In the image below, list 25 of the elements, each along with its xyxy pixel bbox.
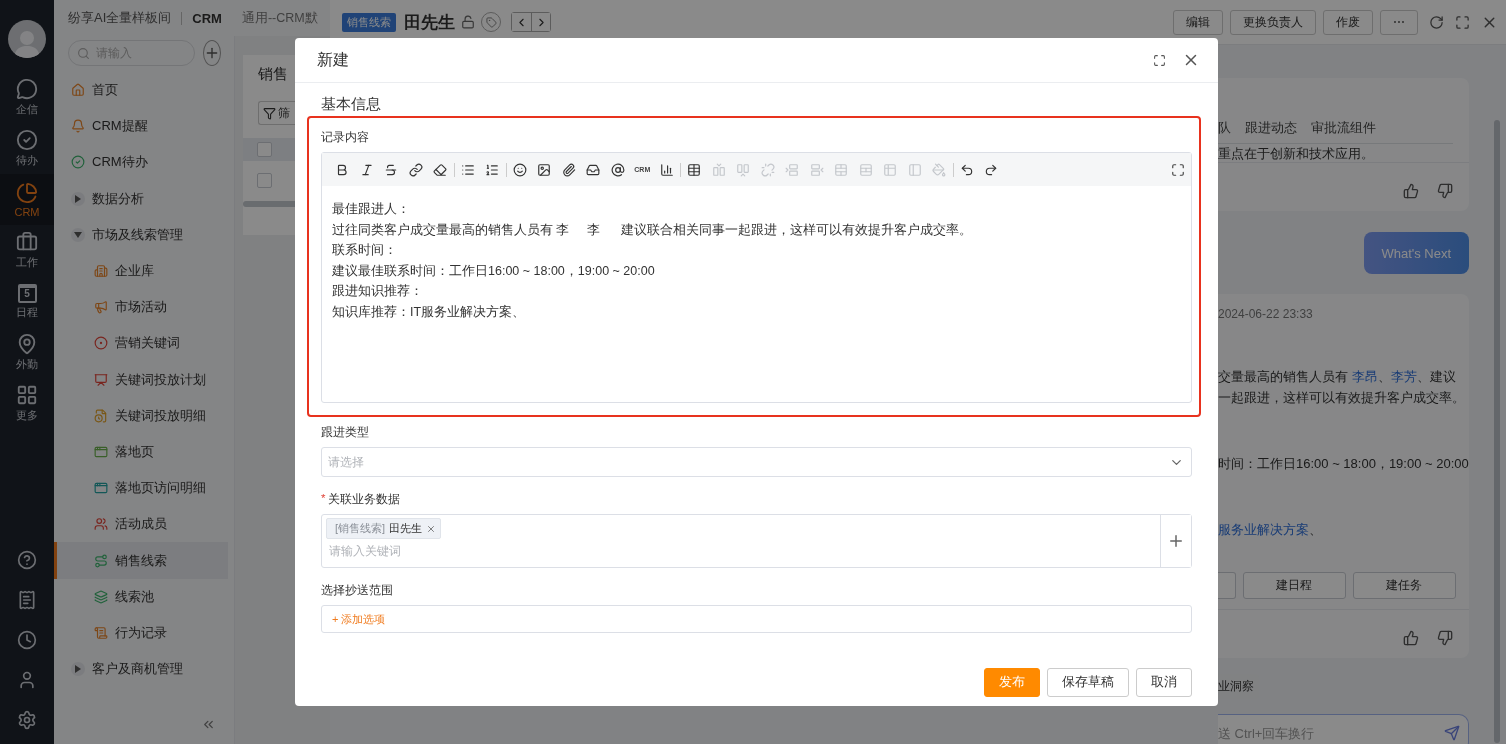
editor-line: 知识库推荐：IT服务业解决方案、 <box>332 303 527 321</box>
message-line: 服务业解决方案、 <box>1218 521 1323 539</box>
record-name: 田先生 <box>404 11 455 34</box>
editor-line: 最佳跟进人： <box>332 201 411 218</box>
editor-line: 联系时间： <box>332 242 398 259</box>
field-label: 跟进类型 <box>321 425 369 440</box>
module-title: CRM <box>192 10 222 26</box>
type-tag: 销售线索 <box>342 12 396 32</box>
message-line: 交量最高的销售人员有 李昂、李芳、建议 <box>1218 368 1457 386</box>
tag-type: [销售线索] <box>335 521 386 536</box>
required-mark: * <box>321 492 326 506</box>
field-label: 关联业务数据 <box>328 492 401 507</box>
editor-line: 建议最佳联系时间：工作日16:00 ~ 18:00，19:00 ~ 20:00 <box>332 262 656 280</box>
tag-name: 田先生 <box>389 521 423 536</box>
message-text: 重点在于创新和技术应用。 <box>1218 146 1374 162</box>
editor-line: 过往同类客户成交量最高的销售人员有 李 李 建议联合相关同事一起跟进，这样可以有效提升客户成交率。 <box>332 221 973 239</box>
dialog-title: 新建 <box>317 49 349 70</box>
calendar-icon: 5 <box>17 283 37 303</box>
message-line: 时间：工作日16:00 ~ 18:00，19:00 ~ 20:00 <box>1218 455 1469 473</box>
field-label: 记录内容 <box>321 130 369 145</box>
list-title: 销售 <box>257 64 289 84</box>
message-time: 2024-06-22 23:33 <box>1218 307 1314 321</box>
field-label: 选择抄送范围 <box>321 583 393 598</box>
editor-line: 跟进知识推荐： <box>332 283 424 300</box>
app-title: 纷享AI全量样板间 <box>68 9 172 27</box>
